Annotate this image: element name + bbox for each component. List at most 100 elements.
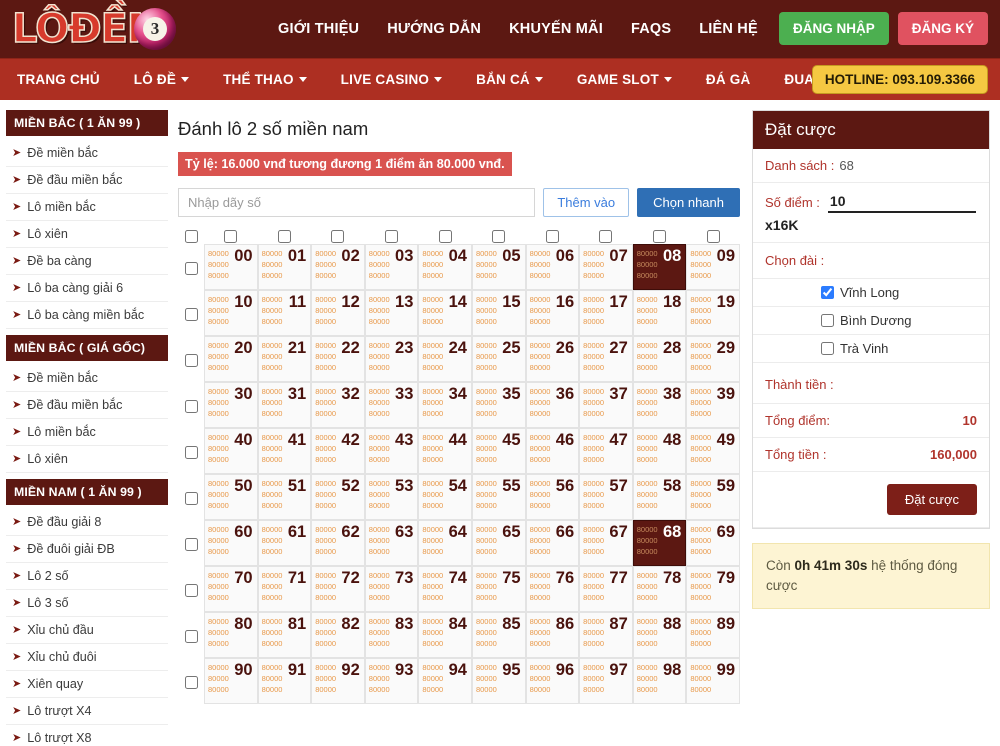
- number-cell-42[interactable]: 80000 80000 80000 42: [311, 428, 365, 474]
- sidebar-item[interactable]: ➤ Đề ba càng: [6, 248, 168, 275]
- column-checkbox-1[interactable]: [277, 229, 291, 243]
- number-cell-71[interactable]: 80000 80000 80000 71: [257, 566, 312, 612]
- column-checkbox-2[interactable]: [331, 229, 345, 243]
- topnav-item-khuyen-mai[interactable]: KHUYẾN MÃI: [509, 21, 603, 37]
- sidebar-item[interactable]: ➤ Đề miền bắc: [6, 365, 168, 392]
- row-checkbox-6[interactable]: [184, 537, 198, 551]
- number-cell-50[interactable]: 80000 80000 80000 50: [204, 474, 258, 520]
- number-cell-07[interactable]: 80000 80000 80000 07: [579, 244, 633, 290]
- row-checkbox-3[interactable]: [184, 399, 198, 413]
- column-checkbox-4[interactable]: [438, 229, 452, 243]
- number-cell-83[interactable]: 80000 80000 80000 83: [364, 612, 419, 658]
- number-cell-91[interactable]: 80000 80000 80000 91: [257, 658, 312, 704]
- topnav-item-lien-he[interactable]: LIÊN HỆ: [699, 21, 758, 37]
- sidebar-item[interactable]: ➤ Lô ba càng miền bắc: [6, 302, 168, 329]
- number-cell-16[interactable]: 80000 80000 80000 16: [525, 290, 580, 336]
- number-cell-03[interactable]: 80000 80000 80000 03: [364, 244, 419, 290]
- number-cell-00[interactable]: 80000 80000 80000 00: [204, 244, 258, 290]
- number-cell-72[interactable]: 80000 80000 80000 72: [311, 566, 365, 612]
- station-checkbox[interactable]: [821, 314, 834, 327]
- number-cell-44[interactable]: 80000 80000 80000 44: [418, 428, 472, 474]
- sidebar-item[interactable]: ➤ Lô 2 số: [6, 563, 168, 590]
- number-cell-39[interactable]: 80000 80000 80000 39: [686, 382, 740, 428]
- number-cell-11[interactable]: 80000 80000 80000 11: [257, 290, 312, 336]
- number-cell-17[interactable]: 80000 80000 80000 17: [579, 290, 633, 336]
- number-cell-25[interactable]: 80000 80000 80000 25: [471, 336, 526, 382]
- column-checkbox-7[interactable]: [599, 229, 613, 243]
- sidebar-item[interactable]: ➤ Đề đầu miền bắc: [6, 167, 168, 194]
- number-cell-14[interactable]: 80000 80000 80000 14: [418, 290, 472, 336]
- number-cell-69[interactable]: 80000 80000 80000 69: [686, 520, 740, 566]
- number-cell-94[interactable]: 80000 80000 80000 94: [418, 658, 472, 704]
- nav-item-ban-ca[interactable]: BẮN CÁ: [459, 59, 560, 101]
- nav-item-game-slot[interactable]: GAME SLOT: [560, 59, 689, 101]
- sidebar-item[interactable]: ➤ Lô miền bắc: [6, 194, 168, 221]
- number-cell-68[interactable]: 80000 80000 80000 68: [632, 520, 687, 566]
- number-cell-98[interactable]: 80000 80000 80000 98: [632, 658, 687, 704]
- login-button[interactable]: ĐĂNG NHẬP: [778, 12, 889, 45]
- number-cell-64[interactable]: 80000 80000 80000 64: [418, 520, 472, 566]
- number-cell-34[interactable]: 80000 80000 80000 34: [418, 382, 472, 428]
- sidebar-item[interactable]: ➤ Đề đầu giải 8: [6, 509, 168, 536]
- row-checkbox-2[interactable]: [184, 353, 198, 367]
- topnav-item-huong-dan[interactable]: HƯỚNG DẪN: [387, 21, 481, 37]
- station-checkbox[interactable]: [821, 342, 834, 355]
- number-cell-20[interactable]: 80000 80000 80000 20: [204, 336, 258, 382]
- select-all-checkbox[interactable]: [184, 229, 198, 243]
- number-cell-02[interactable]: 80000 80000 80000 02: [311, 244, 365, 290]
- nav-item-trang-chu[interactable]: TRANG CHỦ: [0, 59, 117, 101]
- number-series-input[interactable]: [178, 188, 536, 217]
- number-cell-79[interactable]: 80000 80000 80000 79: [686, 566, 740, 612]
- number-cell-43[interactable]: 80000 80000 80000 43: [364, 428, 419, 474]
- number-cell-70[interactable]: 80000 80000 80000 70: [204, 566, 258, 612]
- number-cell-31[interactable]: 80000 80000 80000 31: [257, 382, 312, 428]
- number-cell-58[interactable]: 80000 80000 80000 58: [632, 474, 687, 520]
- sidebar-item[interactable]: ➤ Lô trượt X4: [6, 698, 168, 725]
- number-cell-45[interactable]: 80000 80000 80000 45: [471, 428, 526, 474]
- sidebar-item[interactable]: ➤ Xiên quay: [6, 671, 168, 698]
- number-cell-38[interactable]: 80000 80000 80000 38: [632, 382, 687, 428]
- sidebar-item[interactable]: ➤ Xỉu chủ đuôi: [6, 644, 168, 671]
- nav-item-the-thao[interactable]: THỂ THAO: [206, 59, 324, 101]
- station-option-binh-duong[interactable]: Bình Dương: [753, 307, 989, 335]
- number-cell-49[interactable]: 80000 80000 80000 49: [686, 428, 740, 474]
- number-cell-18[interactable]: 80000 80000 80000 18: [632, 290, 687, 336]
- number-cell-10[interactable]: 80000 80000 80000 10: [204, 290, 258, 336]
- number-cell-62[interactable]: 80000 80000 80000 62: [311, 520, 365, 566]
- number-cell-06[interactable]: 80000 80000 80000 06: [525, 244, 580, 290]
- number-cell-30[interactable]: 80000 80000 80000 30: [204, 382, 258, 428]
- number-cell-04[interactable]: 80000 80000 80000 04: [418, 244, 472, 290]
- number-cell-60[interactable]: 80000 80000 80000 60: [204, 520, 258, 566]
- number-cell-12[interactable]: 80000 80000 80000 12: [311, 290, 365, 336]
- number-cell-51[interactable]: 80000 80000 80000 51: [257, 474, 312, 520]
- number-cell-93[interactable]: 80000 80000 80000 93: [364, 658, 419, 704]
- number-cell-90[interactable]: 80000 80000 80000 90: [204, 658, 258, 704]
- column-checkbox-0[interactable]: [224, 229, 238, 243]
- number-cell-57[interactable]: 80000 80000 80000 57: [579, 474, 633, 520]
- number-cell-33[interactable]: 80000 80000 80000 33: [364, 382, 419, 428]
- number-cell-87[interactable]: 80000 80000 80000 87: [579, 612, 633, 658]
- number-cell-59[interactable]: 80000 80000 80000 59: [686, 474, 740, 520]
- number-cell-15[interactable]: 80000 80000 80000 15: [471, 290, 526, 336]
- number-cell-08[interactable]: 80000 80000 80000 08: [632, 244, 687, 290]
- sidebar-item[interactable]: ➤ Đề đuôi giải ĐB: [6, 536, 168, 563]
- number-cell-92[interactable]: 80000 80000 80000 92: [311, 658, 365, 704]
- station-checkbox[interactable]: [821, 286, 834, 299]
- number-cell-89[interactable]: 80000 80000 80000 89: [686, 612, 740, 658]
- number-cell-26[interactable]: 80000 80000 80000 26: [525, 336, 580, 382]
- number-cell-74[interactable]: 80000 80000 80000 74: [418, 566, 472, 612]
- number-cell-77[interactable]: 80000 80000 80000 77: [579, 566, 633, 612]
- sidebar-item[interactable]: ➤ Lô miền bắc: [6, 419, 168, 446]
- number-cell-40[interactable]: 80000 80000 80000 40: [204, 428, 258, 474]
- sidebar-item[interactable]: ➤ Lô 3 số: [6, 590, 168, 617]
- number-cell-99[interactable]: 80000 80000 80000 99: [686, 658, 740, 704]
- points-input[interactable]: [827, 192, 976, 213]
- station-option-tra-vinh[interactable]: Trà Vinh: [753, 335, 989, 363]
- number-cell-53[interactable]: 80000 80000 80000 53: [364, 474, 419, 520]
- number-cell-86[interactable]: 80000 80000 80000 86: [525, 612, 580, 658]
- number-cell-01[interactable]: 80000 80000 80000 01: [257, 244, 312, 290]
- column-checkbox-3[interactable]: [385, 229, 399, 243]
- row-checkbox-4[interactable]: [184, 445, 198, 459]
- number-cell-13[interactable]: 80000 80000 80000 13: [364, 290, 419, 336]
- number-cell-29[interactable]: 80000 80000 80000 29: [686, 336, 740, 382]
